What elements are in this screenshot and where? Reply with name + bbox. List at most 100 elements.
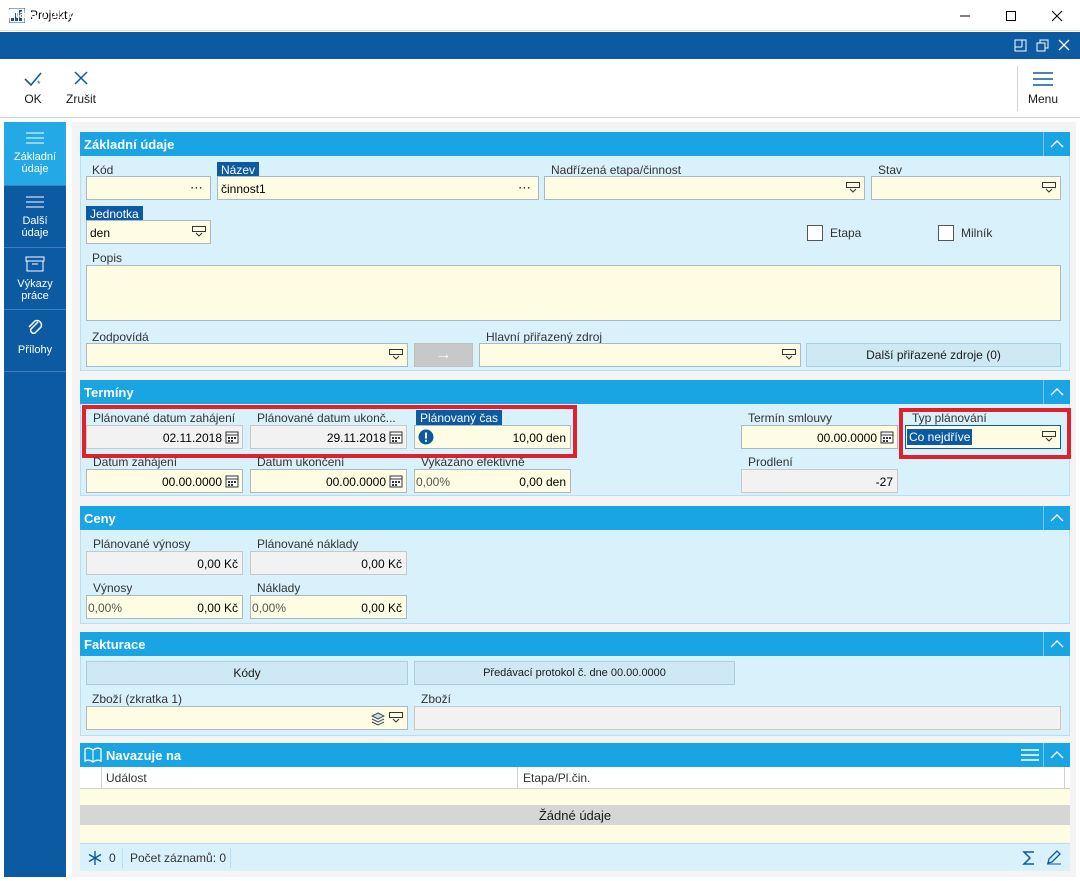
goods-field [414, 706, 1061, 730]
module-close-button[interactable] [1055, 36, 1073, 54]
more-resources-button[interactable]: Další přiřazené zdroje (0) [806, 343, 1061, 367]
plan-rev-field: 0,00 Kč [86, 551, 243, 575]
highlight-type-box [899, 408, 1071, 459]
calendar-icon [225, 475, 239, 488]
contract-field[interactable]: 00.00.0000 [741, 425, 898, 449]
start-field[interactable]: 00.00.0000 [86, 469, 243, 493]
collapse-basic-button[interactable] [1043, 132, 1070, 156]
toolbar [0, 59, 1080, 118]
close-button[interactable] [1034, 0, 1080, 31]
milnik-checkbox[interactable] [938, 225, 954, 241]
nav-item-more[interactable]: Další údaje [4, 186, 66, 248]
dropdown-icon [389, 349, 403, 360]
sum-icon[interactable] [1022, 850, 1036, 866]
kod-field[interactable]: ⋯ [86, 176, 211, 200]
col-event-header[interactable]: Událost [106, 771, 147, 785]
svg-text:*: * [37, 79, 41, 88]
cost-label: Náklady [257, 581, 301, 595]
etapa-checkbox[interactable] [807, 225, 823, 241]
goods-label: Zboží [421, 692, 452, 706]
dropdown-icon [846, 182, 860, 193]
end-label: Datum ukončení [257, 455, 345, 469]
minimize-button[interactable] [942, 0, 988, 31]
restore-button[interactable] [1033, 36, 1051, 54]
maximize-icon [1006, 10, 1016, 21]
arrow-right-icon: → [435, 346, 452, 363]
status-divider [230, 848, 231, 868]
chevron-up-icon [1050, 140, 1064, 148]
dropdown-icon [192, 226, 206, 237]
hamburger-icon [1020, 749, 1039, 761]
contract-label: Termín smlouvy [748, 411, 833, 425]
cost-field[interactable]: 0,00% 0,00 Kč [250, 595, 407, 619]
assign-arrow-button[interactable]: → [414, 343, 473, 367]
maximize-button[interactable] [988, 0, 1034, 31]
nav-item-attachments[interactable]: Přílohy [4, 310, 66, 372]
selected-count: 0 [109, 851, 116, 865]
close-icon [1058, 39, 1070, 51]
milnik-label: Milník [961, 226, 993, 240]
section-prices-header: Ceny [80, 506, 1070, 530]
goods-short-label: Zboží (zkratka 1) [92, 692, 183, 706]
chevron-up-icon [1050, 514, 1064, 522]
etapa-label: Etapa [830, 226, 862, 240]
collapse-terms-button[interactable] [1043, 380, 1070, 404]
goods-short-select[interactable] [86, 706, 408, 730]
parent-select[interactable] [544, 176, 865, 200]
col-stage-header[interactable]: Etapa/Pl.čin. [523, 771, 590, 785]
snowflake-icon[interactable] [87, 850, 103, 866]
end-field[interactable]: 00.00.0000 [250, 469, 407, 493]
nav-item-basic[interactable]: Základní údaje [4, 122, 66, 186]
popis-textarea[interactable] [86, 265, 1061, 321]
section-billing-header: Fakturace [80, 632, 1070, 656]
calendar-icon [880, 431, 894, 444]
nav-item-work-reports[interactable]: Výkazy práce [4, 248, 66, 310]
nazev-field[interactable]: činnost1 ⋯ [217, 176, 539, 200]
codes-button[interactable]: Kódy [86, 661, 408, 685]
paperclip-icon [28, 319, 43, 335]
menu-button[interactable]: Menu [1028, 70, 1058, 106]
archive-icon [25, 256, 45, 272]
section-links-header: Navazuje na [80, 743, 1070, 767]
eff-field[interactable]: 0,00% 0,00 den [414, 469, 571, 493]
highlight-plan-box [82, 405, 577, 458]
section-terms-header: Termíny [80, 380, 1070, 404]
collapse-billing-button[interactable] [1043, 632, 1070, 656]
cancel-label: Zrušit [66, 92, 96, 106]
collapse-prices-button[interactable] [1043, 506, 1070, 530]
dock-icon [1014, 39, 1026, 51]
zodpovida-select[interactable] [86, 343, 408, 367]
protocol-button[interactable]: Předávací protokol č. dne 00.00.0000 [414, 661, 735, 685]
ok-label: OK [24, 92, 42, 106]
layers-icon [371, 712, 385, 726]
status-bar: 0 Počet záznamů: 0 [80, 843, 1070, 871]
ok-button[interactable]: * OK [22, 70, 44, 106]
window-titlebar [0, 0, 1080, 31]
pencil-icon[interactable] [1046, 849, 1062, 865]
status-divider [122, 848, 123, 868]
stav-select[interactable] [871, 176, 1061, 200]
cancel-button[interactable]: Zrušit [66, 70, 96, 106]
module-title: Etapy / pl. činnosti [7, 7, 114, 21]
cancel-icon [74, 71, 88, 85]
parent-label: Nadřízená etapa/činnost [551, 163, 682, 177]
jednotka-select[interactable]: den [86, 220, 211, 244]
links-grid-fill [80, 825, 1070, 842]
chevron-up-icon [1050, 388, 1064, 396]
book-icon [84, 747, 102, 763]
links-menu-button[interactable] [1016, 743, 1043, 767]
rev-field[interactable]: 0,00% 0,00 Kč [86, 595, 243, 619]
grid-divider [517, 767, 518, 789]
zodpovida-label: Zodpovídá [92, 330, 149, 344]
delay-field: -27 [741, 469, 898, 493]
menu-label: Menu [1028, 92, 1059, 106]
dock-button[interactable] [1011, 36, 1029, 54]
dropdown-icon [782, 349, 796, 360]
hlavni-select[interactable] [479, 343, 801, 367]
toolbar-divider [1017, 66, 1018, 111]
hamburger-icon [1033, 72, 1054, 86]
list-icon [26, 132, 44, 144]
plan-cost-field: 0,00 Kč [250, 551, 407, 575]
collapse-links-button[interactable] [1043, 743, 1070, 767]
plan-rev-label: Plánované výnosy [93, 537, 191, 551]
